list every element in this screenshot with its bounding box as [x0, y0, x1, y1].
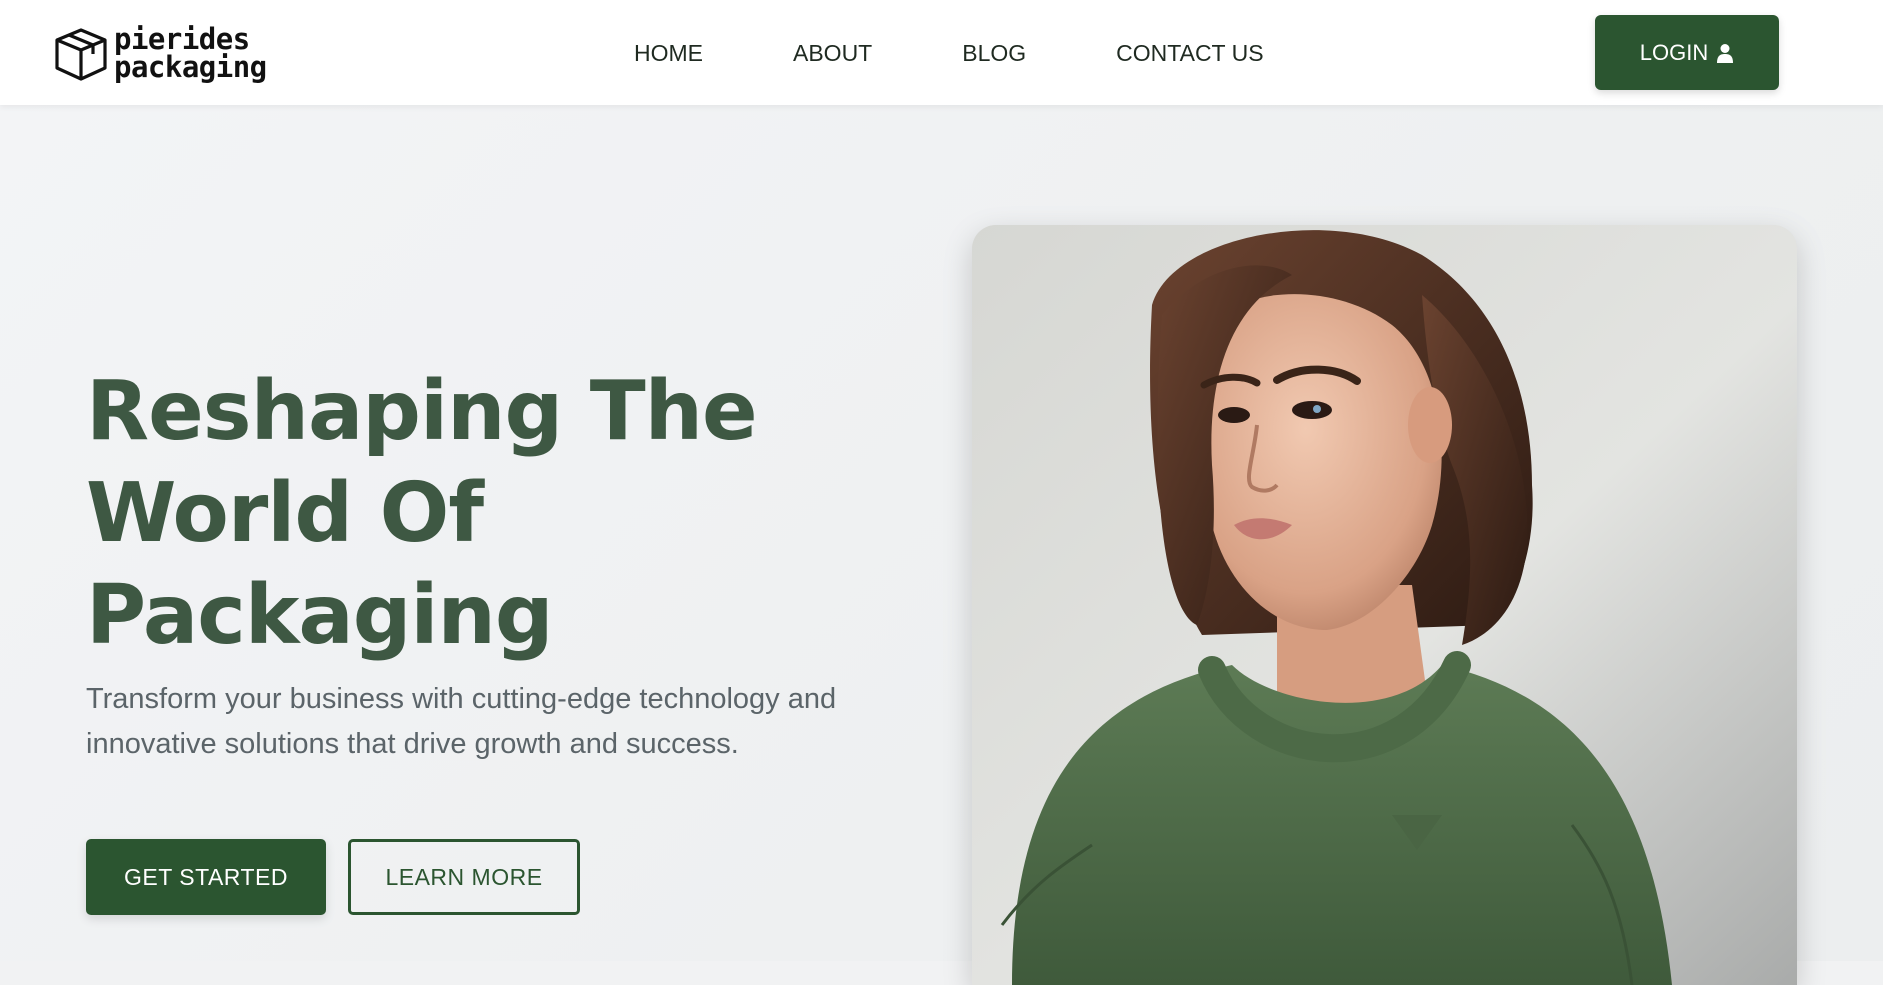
hero-title-line2: World Of [86, 466, 484, 561]
brand-line2: packaging [114, 50, 267, 84]
hero-section: Reshaping The World Of Packaging Transfo… [0, 105, 1883, 985]
nav-contact-link[interactable]: CONTACT US [1116, 40, 1263, 67]
brand-logo[interactable]: pierides packaging [52, 22, 267, 84]
hero-title: Reshaping The World Of Packaging [86, 361, 846, 667]
hero-title-line3: Packaging [86, 568, 554, 663]
hero-portrait-image [972, 225, 1797, 985]
user-icon [1717, 43, 1734, 63]
brand-wordmark: pierides packaging [114, 22, 267, 84]
box-icon [55, 28, 107, 81]
main-nav: HOME ABOUT BLOG CONTACT US [634, 36, 1264, 70]
get-started-button[interactable]: GET STARTED [86, 839, 326, 915]
brand-line1: pierides [114, 22, 250, 56]
nav-blog-link[interactable]: BLOG [962, 40, 1026, 67]
login-label: LOGIN [1639, 39, 1709, 65]
portrait-illustration [972, 225, 1797, 985]
hero-subtitle: Transform your business with cutting-edg… [86, 683, 837, 760]
nav-about-link[interactable]: ABOUT [793, 40, 872, 67]
login-button[interactable]: LOGIN [1595, 15, 1779, 90]
top-navbar: pierides packaging HOME ABOUT BLOG CONTA… [0, 0, 1883, 105]
learn-more-button[interactable]: LEARN MORE [348, 839, 580, 915]
nav-home-link[interactable]: HOME [634, 40, 703, 67]
hero-title-line1: Reshaping The [86, 364, 758, 459]
